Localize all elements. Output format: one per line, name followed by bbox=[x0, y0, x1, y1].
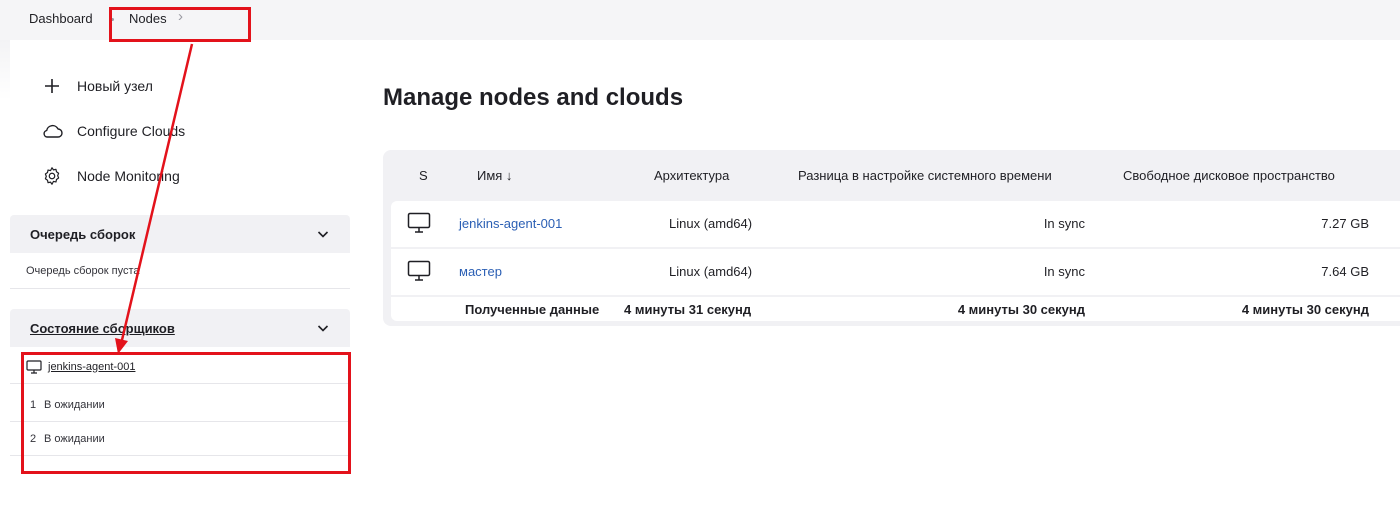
new-node-label: Новый узел bbox=[77, 78, 153, 94]
column-header-name[interactable]: Имя ↓ bbox=[477, 168, 512, 183]
node-monitoring-task[interactable]: Node Monitoring bbox=[40, 162, 180, 190]
summary-disk-age: 4 минуты 30 секунд bbox=[1241, 302, 1369, 317]
computer-icon bbox=[26, 359, 42, 374]
executor-row: 1 В ожидании bbox=[10, 388, 350, 422]
configure-clouds-label: Configure Clouds bbox=[77, 123, 186, 139]
chevron-right-icon[interactable]: › bbox=[178, 8, 183, 25]
executor-row: 2 В ожидании bbox=[10, 422, 350, 456]
gear-icon bbox=[40, 164, 64, 188]
summary-label: Полученные данные bbox=[465, 302, 600, 317]
breadcrumb-dashboard[interactable]: Dashboard bbox=[29, 11, 93, 26]
build-queue-empty: Очередь сборок пуста bbox=[10, 253, 350, 289]
executor-status: В ожидании bbox=[44, 432, 105, 445]
table-row: мастер Linux (amd64) In sync 7.64 GB bbox=[391, 249, 1400, 295]
node-free-disk: 7.64 GB bbox=[1321, 264, 1369, 279]
summary-clock-age: 4 минуты 30 секунд bbox=[957, 302, 1085, 317]
breadcrumb-separator bbox=[111, 18, 114, 21]
executor-status: В ожидании bbox=[44, 398, 105, 411]
configure-clouds-task[interactable]: Configure Clouds bbox=[40, 117, 185, 145]
build-queue-header[interactable]: Очередь сборок bbox=[10, 215, 350, 253]
chevron-down-icon[interactable] bbox=[316, 227, 330, 241]
breadcrumb: Dashboard Nodes › bbox=[0, 0, 1400, 40]
plus-icon bbox=[40, 74, 64, 98]
column-header-free-disk[interactable]: Свободное дисковое пространство bbox=[1123, 168, 1335, 183]
column-header-status[interactable]: S bbox=[419, 168, 428, 183]
page-title: Manage nodes and clouds bbox=[383, 84, 684, 111]
executor-agent-row: jenkins-agent-001 bbox=[10, 350, 350, 384]
executor-number: 2 bbox=[30, 432, 37, 445]
column-header-clock-difference[interactable]: Разница в настройке системного времени bbox=[798, 168, 1052, 183]
node-architecture: Linux (amd64) bbox=[669, 216, 753, 231]
executor-number: 1 bbox=[30, 398, 37, 411]
table-row: jenkins-agent-001 Linux (amd64) In sync … bbox=[391, 201, 1400, 247]
executors-header[interactable]: Состояние сборщиков bbox=[10, 309, 350, 347]
computer-icon bbox=[407, 212, 431, 233]
column-header-architecture[interactable]: Архитектура bbox=[654, 168, 729, 183]
node-architecture: Linux (amd64) bbox=[669, 264, 753, 279]
summary-architecture-age: 4 минуты 31 секунд bbox=[624, 302, 752, 317]
build-queue-title: Очередь сборок bbox=[30, 226, 136, 242]
executors-title[interactable]: Состояние сборщиков bbox=[30, 321, 175, 336]
cloud-icon bbox=[40, 119, 64, 143]
node-monitoring-label: Node Monitoring bbox=[77, 168, 180, 184]
table-summary-row: Полученные данные 4 минуты 31 секунд 4 м… bbox=[391, 297, 1400, 321]
chevron-down-icon[interactable] bbox=[316, 321, 330, 335]
computer-icon bbox=[407, 260, 431, 281]
node-free-disk: 7.27 GB bbox=[1321, 216, 1369, 231]
sidebar-edge bbox=[0, 40, 10, 100]
nodes-table: S Имя ↓ Архитектура Разница в настройке … bbox=[383, 150, 1400, 326]
node-name-link[interactable]: мастер bbox=[459, 264, 502, 279]
new-node-task[interactable]: Новый узел bbox=[40, 72, 153, 100]
executor-agent-link[interactable]: jenkins-agent-001 bbox=[48, 361, 135, 373]
node-clock-difference: In sync bbox=[1043, 264, 1085, 279]
node-name-link[interactable]: jenkins-agent-001 bbox=[459, 216, 562, 231]
node-clock-difference: In sync bbox=[1043, 216, 1085, 231]
breadcrumb-nodes[interactable]: Nodes bbox=[129, 11, 167, 26]
